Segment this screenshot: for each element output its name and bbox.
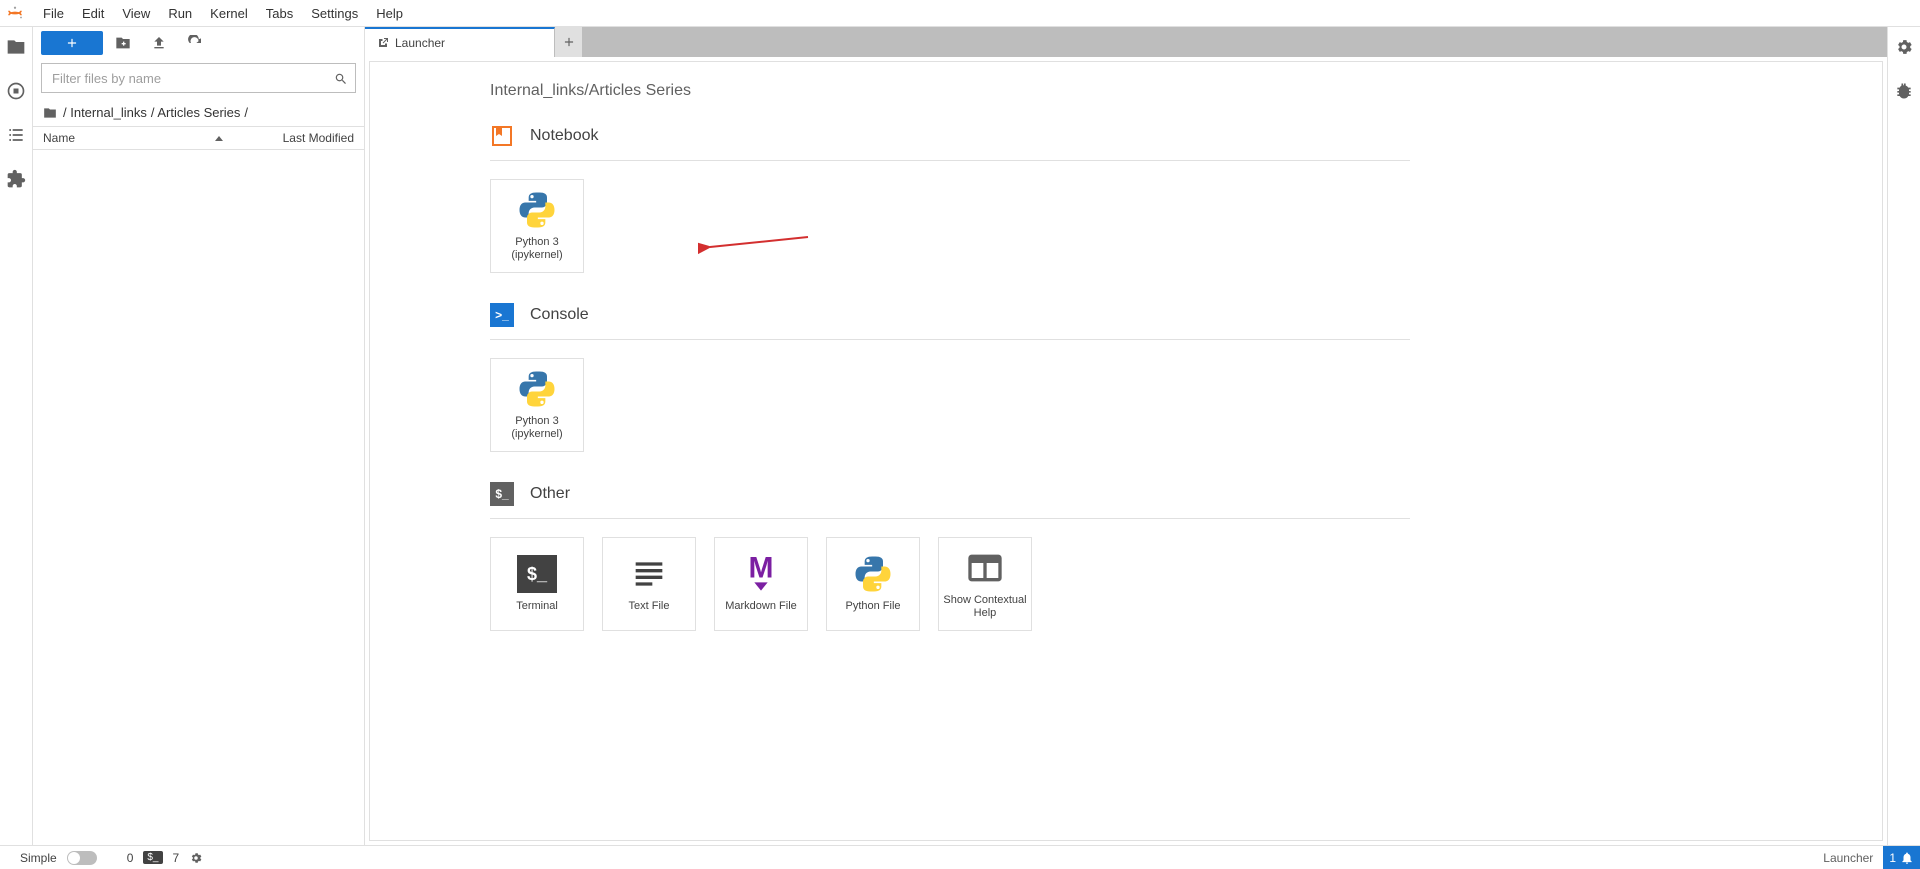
tab-add-button[interactable] bbox=[555, 27, 583, 57]
right-sidebar bbox=[1887, 27, 1920, 845]
launch-icon bbox=[377, 37, 389, 49]
card-terminal[interactable]: $_ Terminal bbox=[490, 537, 584, 631]
kernel-status-icon[interactable] bbox=[189, 851, 203, 865]
header-modified[interactable]: Last Modified bbox=[283, 131, 354, 145]
section-title-other: Other bbox=[530, 485, 570, 503]
python-icon bbox=[517, 190, 557, 230]
tab-title: Launcher bbox=[395, 36, 445, 50]
menu-run[interactable]: Run bbox=[159, 2, 201, 25]
menu-help[interactable]: Help bbox=[367, 2, 412, 25]
console-section-icon: >_ bbox=[490, 303, 514, 327]
running-icon[interactable] bbox=[6, 81, 26, 101]
card-label: Python File bbox=[845, 600, 900, 613]
notebook-section-icon bbox=[490, 124, 514, 148]
statusbar-right: Launcher 1 bbox=[1813, 846, 1920, 869]
filebrowser-panel: / Internal_links / Articles Series / Nam… bbox=[33, 27, 365, 845]
section-header-other: $_ Other bbox=[490, 482, 1410, 519]
terminal-icon: $_ bbox=[517, 554, 557, 594]
breadcrumb-part-0[interactable]: / Internal_links bbox=[63, 105, 147, 120]
workarea: Launcher Internal_links/Articles Series … bbox=[365, 27, 1887, 845]
header-name-label: Name bbox=[43, 131, 75, 145]
card-text-file[interactable]: Text File bbox=[602, 537, 696, 631]
terminals-count: 7 bbox=[173, 851, 180, 865]
new-folder-icon[interactable] bbox=[107, 31, 139, 55]
debug-icon[interactable] bbox=[1894, 81, 1914, 101]
menu-view[interactable]: View bbox=[113, 2, 159, 25]
statusbar: Simple 0 $_ 7 Launcher 1 bbox=[0, 845, 1920, 869]
python-icon bbox=[853, 554, 893, 594]
section-title-console: Console bbox=[530, 306, 589, 324]
console-cards: Python 3 (ipykernel) bbox=[490, 358, 1882, 452]
filter-input[interactable] bbox=[41, 63, 356, 93]
new-launcher-button[interactable] bbox=[41, 31, 103, 55]
filebrowser-header: Name Last Modified bbox=[33, 127, 364, 150]
card-label: Markdown File bbox=[725, 600, 797, 613]
card-label: Python 3 (ipykernel) bbox=[511, 236, 562, 262]
svg-text:M: M bbox=[749, 554, 774, 584]
card-contextual-help[interactable]: Show Contextual Help bbox=[938, 537, 1032, 631]
menubar: File Edit View Run Kernel Tabs Settings … bbox=[0, 0, 1920, 27]
card-console-python3[interactable]: Python 3 (ipykernel) bbox=[490, 358, 584, 452]
header-name[interactable]: Name bbox=[43, 131, 215, 145]
toc-icon[interactable] bbox=[6, 125, 26, 145]
card-label: Python 3 (ipykernel) bbox=[511, 415, 562, 441]
filebrowser-toolbar bbox=[33, 27, 364, 59]
menu-kernel[interactable]: Kernel bbox=[201, 2, 257, 25]
sort-asc-icon bbox=[215, 136, 223, 141]
card-label: Text File bbox=[629, 600, 670, 613]
python-icon bbox=[517, 369, 557, 409]
refresh-icon[interactable] bbox=[179, 31, 211, 55]
notebook-cards: Python 3 (ipykernel) bbox=[490, 179, 1882, 273]
section-title-notebook: Notebook bbox=[530, 127, 599, 145]
terminal-badge-icon[interactable]: $_ bbox=[143, 851, 162, 864]
simple-label: Simple bbox=[20, 851, 57, 865]
left-sidebar bbox=[0, 27, 33, 845]
status-zero: 0 bbox=[127, 851, 134, 865]
breadcrumb-part-1[interactable]: / Articles Series bbox=[151, 105, 241, 120]
markdown-icon: M bbox=[741, 554, 781, 594]
folder-icon[interactable] bbox=[43, 106, 57, 120]
card-python-file[interactable]: Python File bbox=[826, 537, 920, 631]
menu-settings[interactable]: Settings bbox=[302, 2, 367, 25]
menu-file[interactable]: File bbox=[34, 2, 73, 25]
status-mode-label: Launcher bbox=[1813, 851, 1883, 865]
breadcrumb: / Internal_links / Articles Series / bbox=[33, 99, 364, 127]
jupyter-logo bbox=[6, 4, 24, 22]
section-other: $_ Other $_ Terminal Text File bbox=[490, 482, 1882, 631]
menu-edit[interactable]: Edit bbox=[73, 2, 113, 25]
notification-badge[interactable]: 1 bbox=[1883, 846, 1920, 869]
other-cards: $_ Terminal Text File M Markdown File bbox=[490, 537, 1882, 631]
launcher-body: Internal_links/Articles Series Notebook … bbox=[369, 61, 1883, 841]
section-header-notebook: Notebook bbox=[490, 124, 1410, 161]
help-icon bbox=[965, 548, 1005, 588]
breadcrumb-part-2[interactable]: / bbox=[244, 105, 248, 120]
card-markdown-file[interactable]: M Markdown File bbox=[714, 537, 808, 631]
notif-count: 1 bbox=[1889, 851, 1896, 865]
launcher-cwd: Internal_links/Articles Series bbox=[490, 82, 1882, 100]
card-label: Show Contextual Help bbox=[943, 594, 1026, 620]
folder-icon[interactable] bbox=[6, 37, 26, 57]
simple-toggle[interactable] bbox=[67, 851, 97, 865]
card-notebook-python3[interactable]: Python 3 (ipykernel) bbox=[490, 179, 584, 273]
property-inspector-icon[interactable] bbox=[1894, 37, 1914, 57]
section-notebook: Notebook Python 3 (ipykernel) bbox=[490, 124, 1882, 273]
upload-icon[interactable] bbox=[143, 31, 175, 55]
search-icon bbox=[334, 72, 348, 86]
other-section-icon: $_ bbox=[490, 482, 514, 506]
tab-launcher[interactable]: Launcher bbox=[365, 27, 555, 57]
menu-tabs[interactable]: Tabs bbox=[257, 2, 302, 25]
tabbar: Launcher bbox=[365, 27, 1887, 57]
section-console: >_ Console Python 3 (ipykernel) bbox=[490, 303, 1882, 452]
extension-icon[interactable] bbox=[6, 169, 26, 189]
statusbar-left: Simple 0 $_ 7 bbox=[20, 851, 203, 865]
bell-icon bbox=[1900, 851, 1914, 865]
filter-wrap bbox=[33, 59, 364, 99]
card-label: Terminal bbox=[516, 600, 558, 613]
text-file-icon bbox=[629, 554, 669, 594]
main-area: / Internal_links / Articles Series / Nam… bbox=[0, 27, 1920, 845]
section-header-console: >_ Console bbox=[490, 303, 1410, 340]
